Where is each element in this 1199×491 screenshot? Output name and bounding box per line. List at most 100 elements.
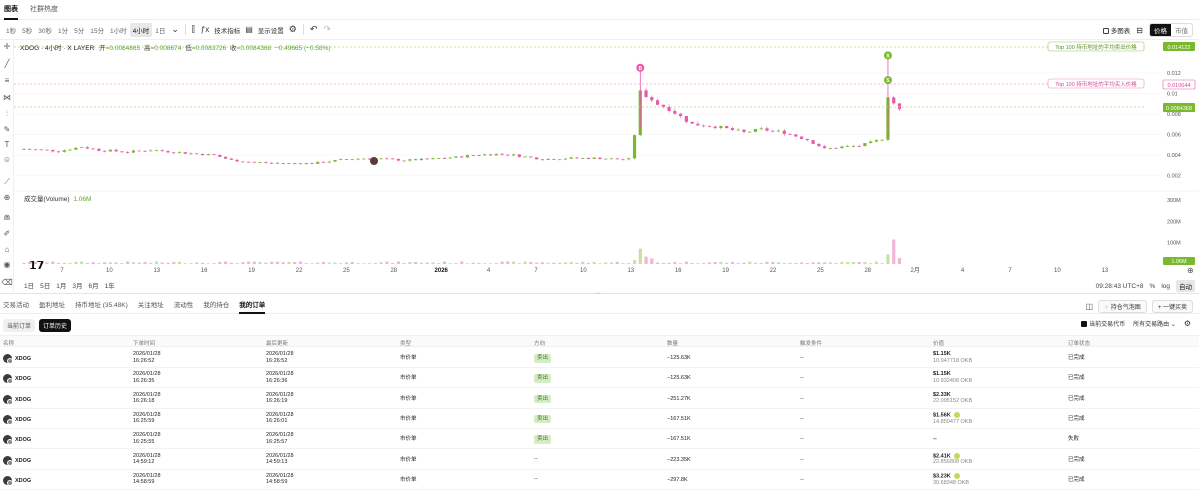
volume-bar xyxy=(488,263,493,264)
price-option[interactable]: 价格 xyxy=(1150,24,1171,36)
tab-profit-addresses[interactable]: 盈利地址 xyxy=(39,298,65,314)
pattern-icon[interactable]: ⋈ xyxy=(1,93,13,102)
volume-bar xyxy=(437,263,441,264)
current-token-filter[interactable]: 当前交易代币 xyxy=(1081,319,1125,328)
order-time: 16:26:35 xyxy=(133,377,155,384)
redo-icon[interactable]: ↷ xyxy=(320,24,334,35)
interval-30s[interactable]: 30秒 xyxy=(35,23,55,37)
collapse-panel-icon[interactable]: ◫ xyxy=(1086,302,1094,311)
volume-bar xyxy=(661,262,665,264)
magnet-icon[interactable]: ⋒ xyxy=(1,213,13,222)
range-6m[interactable]: 6月 xyxy=(89,280,99,290)
brush-icon[interactable]: ✎ xyxy=(1,125,13,134)
interval-1d[interactable]: 1日 xyxy=(152,23,168,37)
tab-order-history[interactable]: 订单历史 xyxy=(39,319,72,332)
display-settings-button[interactable]: 显示设置 xyxy=(256,25,286,35)
price-chart[interactable]: BSS Top 100 持币地址的平均卖出价格 Top 100 持币地址的平均买… xyxy=(14,40,1199,280)
fib-icon[interactable]: ⫶ xyxy=(1,109,13,119)
candle-body xyxy=(736,129,740,131)
order-trigger: -- xyxy=(800,375,804,382)
candle-body xyxy=(350,159,354,161)
token-icon xyxy=(3,354,13,364)
candle-body xyxy=(172,152,176,154)
eye-icon[interactable]: ◉ xyxy=(1,260,13,269)
token-name: XDOG xyxy=(15,416,32,423)
undo-icon[interactable]: ↶ xyxy=(307,24,321,35)
trend-line-icon[interactable]: ╱ xyxy=(1,59,13,68)
route-filter-dropdown[interactable]: 所有交易路由 ⌄ xyxy=(1133,319,1176,328)
trash-icon[interactable]: ⌫ xyxy=(1,278,13,287)
tab-my-orders[interactable]: 我的订单 xyxy=(239,298,266,314)
interval-5s[interactable]: 5秒 xyxy=(19,23,35,37)
lock-icon[interactable]: ⌂ xyxy=(1,245,13,254)
display-settings-icon[interactable]: ▤ xyxy=(242,25,256,34)
interval-1m[interactable]: 1分 xyxy=(55,23,71,37)
table-row[interactable]: XDOG 2026/01/28 16:26:35 2026/01/28 16:26:36… xyxy=(0,368,1199,389)
tab-chart[interactable]: 图表 xyxy=(4,0,18,20)
indicators-icon[interactable]: ƒx xyxy=(198,25,212,34)
candle-body xyxy=(794,134,798,137)
multi-chart-toggle[interactable]: 多图表 xyxy=(1102,25,1130,35)
table-row[interactable]: XDOG 2026/01/28 14:59:12 2026/01/28 14:59:13… xyxy=(0,450,1199,470)
volume-bar xyxy=(206,263,210,264)
interval-15m[interactable]: 15分 xyxy=(87,23,107,37)
interval-5m[interactable]: 5分 xyxy=(71,23,87,37)
bubble-map-button[interactable]: ⁘ 持仓气泡图 xyxy=(1098,299,1147,313)
layout-icon[interactable]: ⊟ xyxy=(1136,26,1143,35)
lock-draw-icon[interactable]: ✐ xyxy=(1,229,13,238)
order-value-cell: $1.15K 10.947718 OKB xyxy=(933,351,972,364)
volume-value: 1.06M xyxy=(73,196,92,203)
text-icon[interactable]: T xyxy=(1,140,13,149)
clock-time[interactable]: 09:28:43 UTC+8 xyxy=(1096,283,1144,290)
candle-body xyxy=(869,141,873,144)
range-1d[interactable]: 1日 xyxy=(24,280,34,290)
table-row[interactable]: XDOG 2026/01/28 16:25:55 2026/01/28 16:25:57… xyxy=(0,429,1199,450)
gear-icon[interactable]: ⚙ xyxy=(286,24,300,35)
drag-handle-icon[interactable]: ··· xyxy=(594,290,601,297)
zoom-icon[interactable]: ⊕ xyxy=(1,193,13,202)
quick-trade-button[interactable]: + 一键买卖 xyxy=(1151,299,1193,313)
range-5d[interactable]: 5日 xyxy=(40,280,50,290)
price-tick: 0.01 xyxy=(1167,91,1178,97)
tab-positions[interactable]: 我的持仓 xyxy=(203,298,229,314)
indicators-button[interactable]: 技术指标 xyxy=(212,25,242,35)
range-3m[interactable]: 3月 xyxy=(72,280,82,290)
price-tick: 0.002 xyxy=(1167,174,1181,180)
volume-bar xyxy=(719,262,723,264)
candle-body xyxy=(264,162,268,164)
candle-body xyxy=(235,159,239,162)
horizontal-lines-icon[interactable]: ≡ xyxy=(1,76,13,85)
time-axis-settings-icon[interactable]: ⊕ xyxy=(1187,266,1194,275)
tab-liquidity[interactable]: 流动性 xyxy=(174,298,194,314)
ruler-icon[interactable]: ⟋ xyxy=(1,177,13,187)
candle-body xyxy=(748,131,752,133)
auto-scale-button[interactable]: 自动 xyxy=(1176,280,1195,292)
interval-1h[interactable]: 1小时 xyxy=(107,23,130,37)
emoji-icon[interactable]: ☺ xyxy=(1,155,13,164)
log-scale-button[interactable]: log xyxy=(1161,283,1170,290)
interval-1s[interactable]: 1秒 xyxy=(3,23,19,37)
range-1m[interactable]: 1月 xyxy=(56,280,66,290)
tab-community[interactable]: 社群热度 xyxy=(30,0,58,20)
interval-4h[interactable]: 4小时 xyxy=(129,22,153,37)
mcap-option[interactable]: 市值 xyxy=(1171,24,1192,36)
tab-watched[interactable]: 关注地址 xyxy=(138,298,164,314)
range-1y[interactable]: 1年 xyxy=(105,280,115,290)
table-row[interactable]: XDOG 2026/01/28 16:26:18 2026/01/28 16:26:19… xyxy=(0,389,1199,409)
tab-open-orders[interactable]: 当前订单 xyxy=(3,319,36,332)
volume-bar xyxy=(644,256,648,264)
table-row[interactable]: XDOG 2026/01/28 16:26:52 2026/01/28 16:26:52… xyxy=(0,348,1199,368)
crosshair-icon[interactable]: ✛ xyxy=(1,42,13,51)
percent-scale-button[interactable]: % xyxy=(1150,283,1156,290)
order-value-sub: 22.856808 OKB xyxy=(933,459,973,466)
table-row[interactable]: XDOG 2026/01/28 14:58:59 2026/01/28 14:58:59… xyxy=(0,470,1199,490)
chevron-down-icon[interactable]: ⌄ xyxy=(168,24,182,35)
tab-holders[interactable]: 持币地址 (35.48K) xyxy=(75,298,128,314)
volume-bar xyxy=(851,261,856,264)
candle-body xyxy=(465,155,470,158)
table-row[interactable]: XDOG 2026/01/28 16:25:59 2026/01/28 16:26:01… xyxy=(0,409,1199,429)
volume-bar xyxy=(235,263,239,264)
tab-trades[interactable]: 交易活动 xyxy=(3,298,29,314)
candle-type-icon[interactable]: ⫿ xyxy=(189,24,198,35)
gear-icon[interactable]: ⚙ xyxy=(1184,319,1191,328)
